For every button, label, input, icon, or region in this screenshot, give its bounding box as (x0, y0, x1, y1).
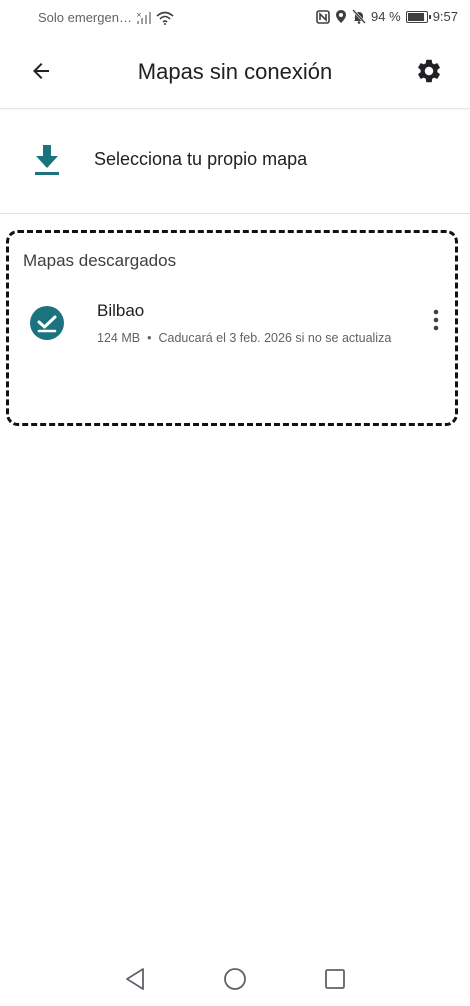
system-nav-bar (0, 956, 470, 1006)
settings-button[interactable] (414, 58, 444, 88)
map-size: 124 MB (97, 331, 141, 345)
signal-off-icon: × (136, 11, 152, 25)
app-bar: Mapas sin conexión (0, 36, 470, 109)
gear-icon (415, 57, 443, 90)
downloaded-maps-section: Mapas descargados Bilbao 124 MB • Caducará… (6, 230, 458, 426)
carrier-text: Solo emergen… (38, 10, 132, 25)
location-icon (335, 9, 347, 24)
select-own-map-label: Selecciona tu propio mapa (94, 149, 308, 169)
battery-icon (405, 10, 431, 23)
svg-text:×: × (136, 11, 142, 19)
map-meta: 124 MB • Caducará el 3 feb. 2026 si no se … (97, 331, 391, 345)
battery-percent: 94 % (371, 9, 401, 24)
meta-separator: • (147, 331, 152, 345)
nfc-icon (316, 9, 330, 24)
map-name: Bilbao (97, 301, 145, 320)
status-left: Solo emergen… × (38, 10, 174, 25)
battery-level-fill (407, 12, 425, 21)
nav-back-button[interactable] (120, 966, 150, 996)
nav-recents-button[interactable] (320, 966, 350, 996)
more-options-button[interactable] (425, 307, 447, 337)
map-expiry: Caducará el 3 feb. 2026 si no se actuali… (158, 331, 392, 345)
nav-recents-icon (324, 968, 346, 995)
more-vert-icon (433, 309, 439, 336)
status-bar: Solo emergen… × 94 % 9:57 (0, 0, 470, 36)
status-time: 9:57 (432, 9, 458, 24)
status-right: 94 % 9:57 (316, 9, 458, 24)
nav-home-button[interactable] (220, 966, 250, 996)
map-list-item[interactable]: Bilbao 124 MB • Caducará el 3 feb. 2026 si… (9, 295, 455, 359)
page-title: Mapas sin conexión (137, 59, 333, 84)
download-icon (32, 143, 62, 177)
wifi-icon (156, 11, 174, 25)
nav-home-icon (223, 967, 247, 996)
select-own-map-button[interactable]: Selecciona tu propio mapa (0, 109, 470, 214)
bell-off-icon (352, 9, 366, 24)
nav-back-icon (124, 967, 146, 996)
section-title: Mapas descargados (23, 251, 177, 270)
check-circle-icon (29, 305, 65, 341)
